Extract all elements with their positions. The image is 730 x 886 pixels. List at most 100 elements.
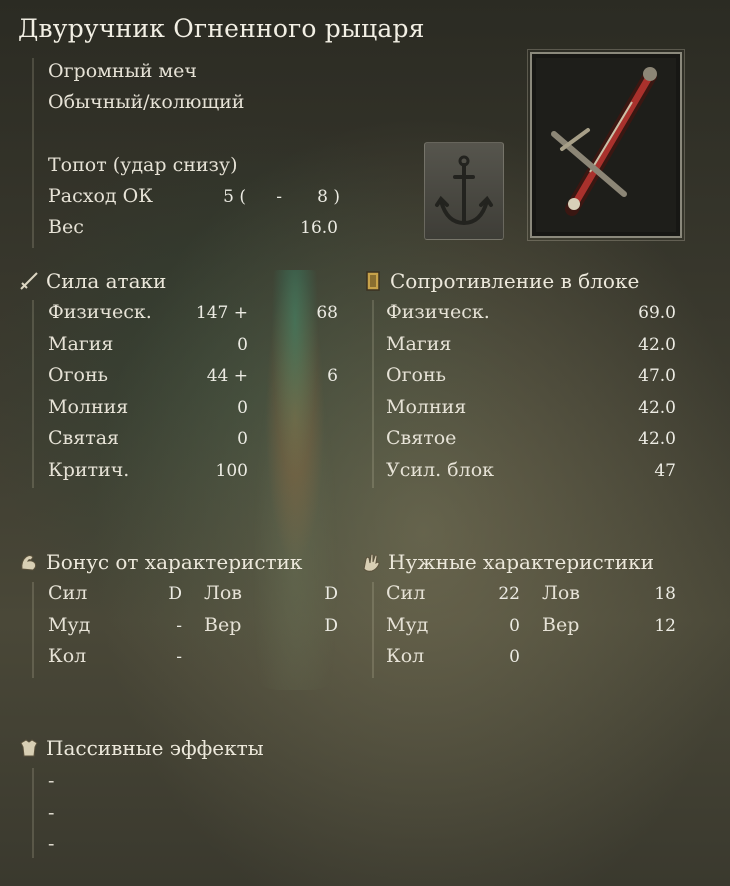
fp-cost-value: 5 ( xyxy=(223,187,246,207)
scaling-value: D xyxy=(168,584,182,604)
skill-name: Топот (удар снизу) xyxy=(48,154,238,176)
header-divider xyxy=(32,58,34,248)
attack-label: Физическ. xyxy=(48,301,152,323)
sword-icon xyxy=(20,272,38,290)
guard-value: 42.0 xyxy=(638,397,676,418)
attack-label: Магия xyxy=(48,332,114,355)
damage-type: Обычный/колющий xyxy=(48,91,245,113)
weight-label: Вес xyxy=(48,216,84,238)
scaling-label: Лов xyxy=(204,582,242,604)
passive-item: - xyxy=(48,833,55,856)
attack-base-value: 100 xyxy=(215,461,248,481)
scaling-title: Бонус от характеристик xyxy=(46,550,303,574)
passive-header: Пассивные эффекты xyxy=(18,736,264,760)
skill-icon-tile xyxy=(424,142,504,240)
scaling-label: Муд xyxy=(48,613,91,636)
attack-label: Критич. xyxy=(48,459,130,481)
guard-label: Молния xyxy=(386,395,467,418)
guard-divider xyxy=(372,300,374,488)
attack-label: Огонь xyxy=(48,364,108,387)
guard-label: Усил. блок xyxy=(386,459,495,481)
attack-base-value: 0 xyxy=(237,334,248,355)
scaling-label: Сил xyxy=(48,582,88,604)
guard-value: 42.0 xyxy=(638,334,676,355)
flexed-arm-icon xyxy=(21,555,37,571)
attack-row: Святая 0 xyxy=(48,427,340,455)
requirement-value: 12 xyxy=(654,615,676,636)
attack-base-value: 147 + xyxy=(195,303,248,323)
guard-label: Огонь xyxy=(386,364,446,387)
scaling-label: Кол xyxy=(48,645,87,668)
guard-label: Физическ. xyxy=(386,301,490,323)
requirements-divider xyxy=(372,582,374,678)
guard-row: Молния 42.0 xyxy=(386,396,678,424)
requirement-label: Вер xyxy=(542,613,580,636)
scaling-value: - xyxy=(176,615,182,636)
scaling-divider xyxy=(32,582,34,678)
passive-title: Пассивные эффекты xyxy=(46,736,264,760)
shield-icon xyxy=(366,271,380,291)
attack-label: Молния xyxy=(48,395,129,418)
guard-value: 42.0 xyxy=(638,429,676,450)
fp-cost-label: Расход ОК xyxy=(48,185,153,207)
guard-label: Магия xyxy=(386,332,452,355)
weight-value: 16.0 xyxy=(300,218,338,238)
requirement-label: Сил xyxy=(386,582,426,604)
scaling-row: Кол - xyxy=(48,645,340,673)
greatsword-icon xyxy=(551,67,657,216)
requirement-label: Кол xyxy=(386,645,425,668)
guard-value: 47 xyxy=(654,461,676,481)
requirement-row: Кол 0 xyxy=(386,645,678,673)
attack-row: Магия 0 xyxy=(48,333,340,361)
guard-value: 47.0 xyxy=(638,366,676,387)
guard-row: Магия 42.0 xyxy=(386,333,678,361)
attack-base-value: 0 xyxy=(237,397,248,418)
item-type: Огромный меч xyxy=(48,60,197,82)
anchor-icon xyxy=(435,155,493,226)
guard-row: Огонь 47.0 xyxy=(386,364,678,392)
weapon-image-frame xyxy=(527,49,685,241)
attack-bonus-value: 6 xyxy=(327,366,338,387)
guard-header: Сопротивление в блоке xyxy=(362,269,639,293)
guard-label: Святое xyxy=(386,427,457,450)
requirements-header: Нужные характеристики xyxy=(360,550,654,574)
requirement-label: Лов xyxy=(542,582,580,604)
attack-row: Молния 0 xyxy=(48,396,340,424)
guard-row: Физическ. 69.0 xyxy=(386,301,678,329)
hand-icon xyxy=(363,553,380,572)
attack-label: Святая xyxy=(48,427,120,450)
requirement-value: 0 xyxy=(509,615,520,636)
requirements-title: Нужные характеристики xyxy=(388,550,654,574)
scaling-label: Вер xyxy=(204,613,242,636)
scaling-value: - xyxy=(176,647,182,668)
requirement-value: 18 xyxy=(654,584,676,604)
scaling-row: Муд - Вер D xyxy=(48,614,340,642)
attack-power-title: Сила атаки xyxy=(46,269,167,293)
attack-divider xyxy=(32,300,34,488)
attack-row: Огонь 44 + 6 xyxy=(48,364,340,392)
passive-divider xyxy=(32,768,34,858)
requirement-value: 22 xyxy=(498,584,520,604)
attack-base-value: 44 + xyxy=(206,366,248,387)
requirement-row: Муд 0 Вер 12 xyxy=(386,614,678,642)
scaling-value: D xyxy=(324,615,338,636)
requirement-value: 0 xyxy=(509,647,520,668)
attack-bonus-value: 68 xyxy=(316,303,338,323)
attack-base-value: 0 xyxy=(237,429,248,450)
attack-power-header: Сила атаки xyxy=(18,269,166,293)
fp-cost-max: 8 ) xyxy=(317,187,340,207)
attack-row: Физическ. 147 + 68 xyxy=(48,301,340,329)
guard-value: 69.0 xyxy=(638,303,676,323)
passive-item: - xyxy=(48,801,55,824)
attack-row: Критич. 100 xyxy=(48,459,340,487)
scaling-value: D xyxy=(324,584,338,604)
armor-icon xyxy=(20,739,38,757)
guard-row: Усил. блок 47 xyxy=(386,459,678,487)
scaling-header: Бонус от характеристик xyxy=(18,550,302,574)
passive-item: - xyxy=(48,770,55,792)
guard-row: Святое 42.0 xyxy=(386,427,678,455)
requirement-row: Сил 22 Лов 18 xyxy=(386,582,678,610)
fp-cost-dash: - xyxy=(276,187,282,207)
requirement-label: Муд xyxy=(386,613,429,636)
scaling-row: Сил D Лов D xyxy=(48,582,340,610)
